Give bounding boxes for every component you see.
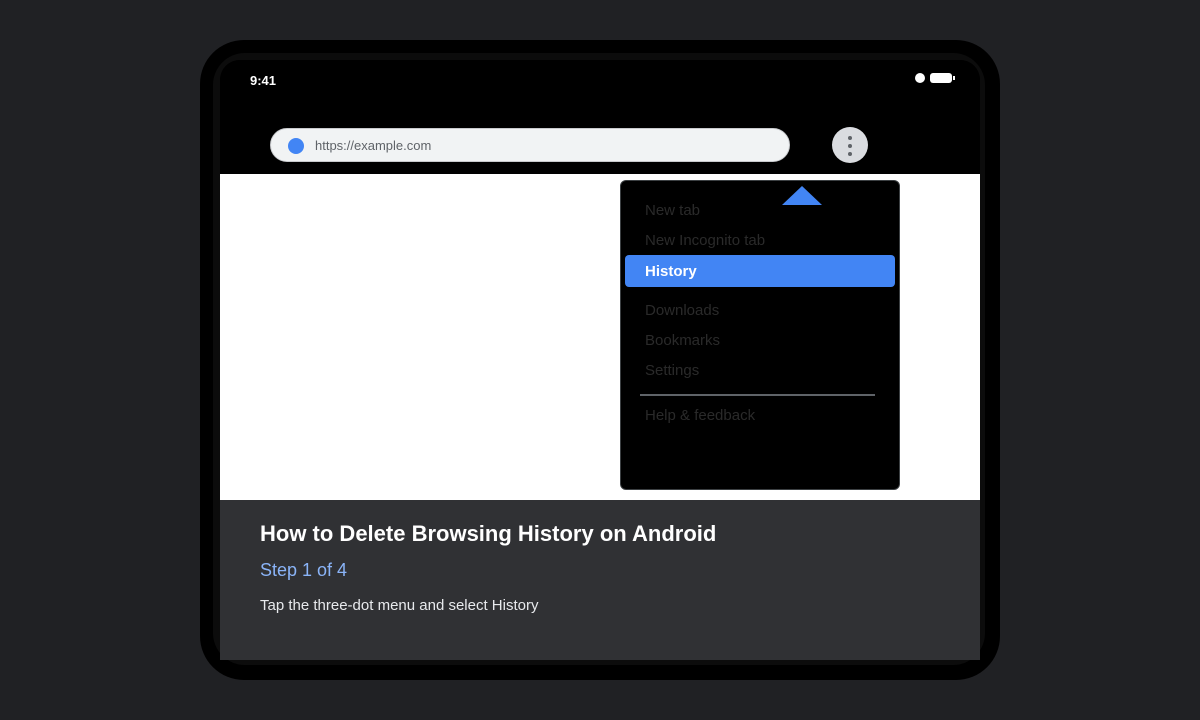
pointer-arrow-icon [782,186,822,205]
menu-item-bookmarks[interactable]: Bookmarks [645,332,720,349]
menu-divider [640,394,875,396]
notification-dot-icon [915,73,925,83]
menu-item-history-label: History [645,263,697,280]
more-options-button[interactable] [832,127,868,163]
overflow-menu: New tab New Incognito tab History Downlo… [620,180,900,490]
more-vert-icon [848,136,852,156]
address-text: https://example.com [315,138,432,153]
status-time: 9:41 [250,73,277,88]
menu-item-history[interactable]: History [625,255,895,287]
menu-item-settings[interactable]: Settings [645,362,699,379]
address-bar[interactable]: https://example.com [270,128,790,162]
menu-item-new-incognito-tab[interactable]: New Incognito tab [645,232,765,249]
tutorial-description: Tap the three-dot menu and select Histor… [260,597,539,614]
status-bar: 9:41 [220,60,980,104]
menu-item-downloads[interactable]: Downloads [645,302,719,319]
battery-icon [930,73,955,83]
menu-item-help-feedback[interactable]: Help & feedback [645,407,755,424]
browser-toolbar: https://example.com [220,104,980,174]
tutorial-title: How to Delete Browsing History on Androi… [260,521,717,546]
tablet-frame: 9:41 https://example.com New tab New Inc… [200,40,1000,680]
menu-item-new-tab[interactable]: New tab [645,202,700,219]
device-screen: 9:41 https://example.com New tab New Inc… [220,60,980,660]
site-icon [288,138,304,154]
tutorial-caption: How to Delete Browsing History on Androi… [220,500,980,660]
tutorial-step: Step 1 of 4 [260,560,348,580]
